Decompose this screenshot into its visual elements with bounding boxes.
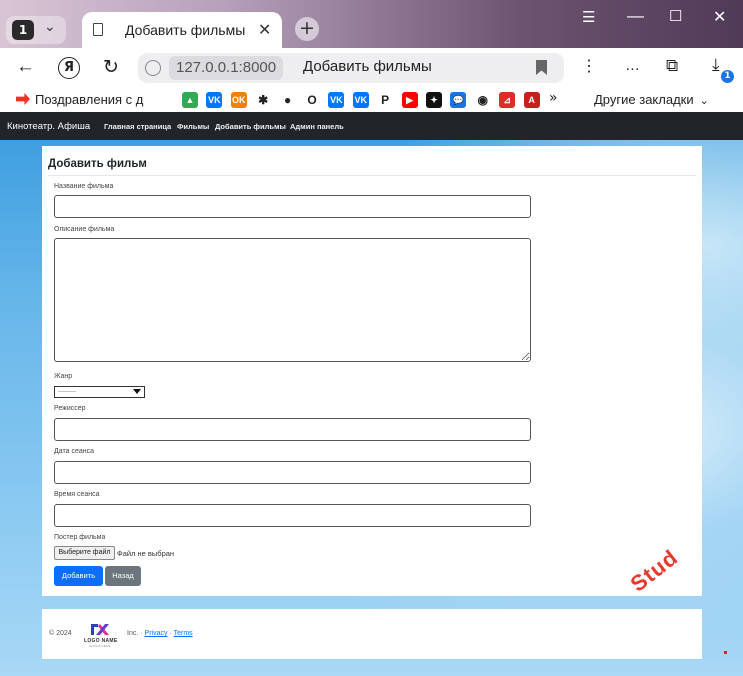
genre-selected-value: --------- (58, 389, 76, 395)
more-bookmarks-icon[interactable]: » (549, 90, 558, 106)
vk-icon-3[interactable]: VK (352, 92, 369, 108)
back-arrow-icon[interactable]: ← (16, 56, 35, 78)
maximize-icon[interactable]: ☐ (669, 7, 682, 25)
film-description-textarea[interactable] (54, 238, 531, 362)
date-label: Дата сеанса (54, 448, 94, 455)
menu-lines-icon[interactable]: ☰ (582, 8, 595, 26)
yandex-logo-icon[interactable]: Я (58, 57, 80, 79)
other-bookmarks-label: Другие закладки (594, 92, 694, 107)
minimize-icon[interactable]: — (627, 6, 644, 26)
site-navbar: Кинотеатр. Афиша Главная страница Фильмы… (0, 112, 743, 140)
director-label: Режиссер (54, 405, 86, 412)
youtube-icon[interactable]: ▶ (401, 92, 418, 108)
new-tab-button[interactable]: + (295, 17, 319, 41)
file-status-text: Файл не выбран (117, 549, 175, 558)
close-window-icon[interactable]: ✕ (713, 7, 726, 27)
nav-home[interactable]: Главная страница (104, 122, 171, 131)
kebab-menu-icon[interactable]: ⋮ (581, 56, 597, 76)
select-arrow-icon (133, 389, 141, 394)
logo-mark-icon (91, 624, 109, 635)
p-icon[interactable]: P (377, 92, 393, 108)
odnoklassniki-icon[interactable]: OK (230, 92, 247, 108)
more-tools-icon[interactable]: … (625, 57, 640, 74)
session-date-input[interactable] (54, 461, 531, 484)
vk-icon-2[interactable]: VK (328, 92, 345, 108)
form-title: Добавить фильм (48, 158, 147, 170)
nav-films[interactable]: Фильмы (177, 122, 209, 131)
copyright-text: © 2024 (49, 630, 72, 637)
compass-icon[interactable]: ✦ (426, 92, 442, 108)
time-label: Время сеанса (54, 491, 100, 498)
browser-tab-bar: 1 ⌄ Добавить фильмы ✕ + ☰ — ☐ ✕ (0, 0, 743, 48)
tab-count: 1 (12, 20, 34, 40)
director-input[interactable] (54, 418, 531, 441)
name-label: Название фильма (54, 183, 114, 190)
genre-select[interactable]: --------- (54, 386, 145, 398)
active-tab[interactable]: Добавить фильмы ✕ (82, 12, 282, 48)
pdf-icon[interactable]: ⊿ (499, 92, 516, 108)
extensions-icon[interactable]: ⧉ (666, 56, 678, 76)
github-icon[interactable]: ◉ (475, 92, 491, 108)
inc-text: Inc. (127, 630, 139, 637)
description-label: Описание фильма (54, 226, 115, 233)
download-count-badge: 1 (721, 70, 734, 83)
download-icon[interactable]: ⤓ (712, 55, 720, 75)
site-info-icon[interactable] (145, 60, 161, 76)
google-drive-icon[interactable]: ▲ (182, 92, 198, 108)
bookmark-icon[interactable] (536, 60, 547, 75)
add-button[interactable]: Добавить (54, 566, 103, 586)
red-dot-mark (724, 651, 727, 654)
bookmark-congrats-label: Поздравления с д (35, 92, 144, 107)
bookmark-congrats[interactable]: Поздравления с д (16, 92, 143, 107)
chat-icon[interactable]: 💬 (450, 92, 467, 108)
site-brand[interactable]: Кинотеатр. Афиша (7, 121, 90, 132)
tab-title: Добавить фильмы (125, 22, 246, 38)
close-tab-icon[interactable]: ✕ (258, 20, 271, 40)
film-name-input[interactable] (54, 195, 531, 218)
chevron-down-icon: ⌄ (44, 19, 56, 35)
chevron-down-icon: ⌄ (699, 95, 709, 107)
address-bar: ← Я ↻ 127.0.0.1:8000 Добавить фильмы ⋮ …… (0, 48, 743, 88)
tab-counter-button[interactable]: 1 ⌄ (6, 16, 66, 44)
session-time-input[interactable] (54, 504, 531, 527)
terms-link[interactable]: Terms (174, 630, 193, 637)
genre-label: Жанр (54, 373, 73, 380)
nav-admin[interactable]: Админ панель (290, 122, 344, 131)
back-button[interactable]: Назад (105, 566, 141, 586)
other-bookmarks[interactable]: Другие закладки ⌄ (594, 92, 709, 107)
page-icon (93, 23, 103, 36)
vk-icon[interactable]: VK (206, 92, 223, 108)
poster-label: Постер фильма (54, 534, 106, 541)
url-field[interactable]: 127.0.0.1:8000 Добавить фильмы (138, 53, 564, 83)
nav-add-films[interactable]: Добавить фильмы (215, 122, 286, 131)
url-page-title: Добавить фильмы (303, 58, 432, 75)
stars-icon[interactable]: ✱ (255, 92, 271, 108)
privacy-link[interactable]: Privacy (145, 630, 168, 637)
form-divider (48, 175, 696, 176)
logo-slogan-text: SLOGAN HERE (89, 644, 111, 648)
footer-links: Inc. · Privacy · Terms (127, 630, 193, 637)
reload-icon[interactable]: ↻ (103, 56, 119, 78)
choose-file-button[interactable]: Выберите файл (54, 546, 115, 560)
arrow-bookmark-icon (16, 93, 30, 105)
colorful-dots-icon[interactable]: ● (280, 92, 296, 108)
circle-o-icon[interactable]: O (304, 92, 320, 108)
url-host: 127.0.0.1:8000 (169, 56, 284, 80)
acrobat-icon[interactable]: A (523, 92, 540, 108)
